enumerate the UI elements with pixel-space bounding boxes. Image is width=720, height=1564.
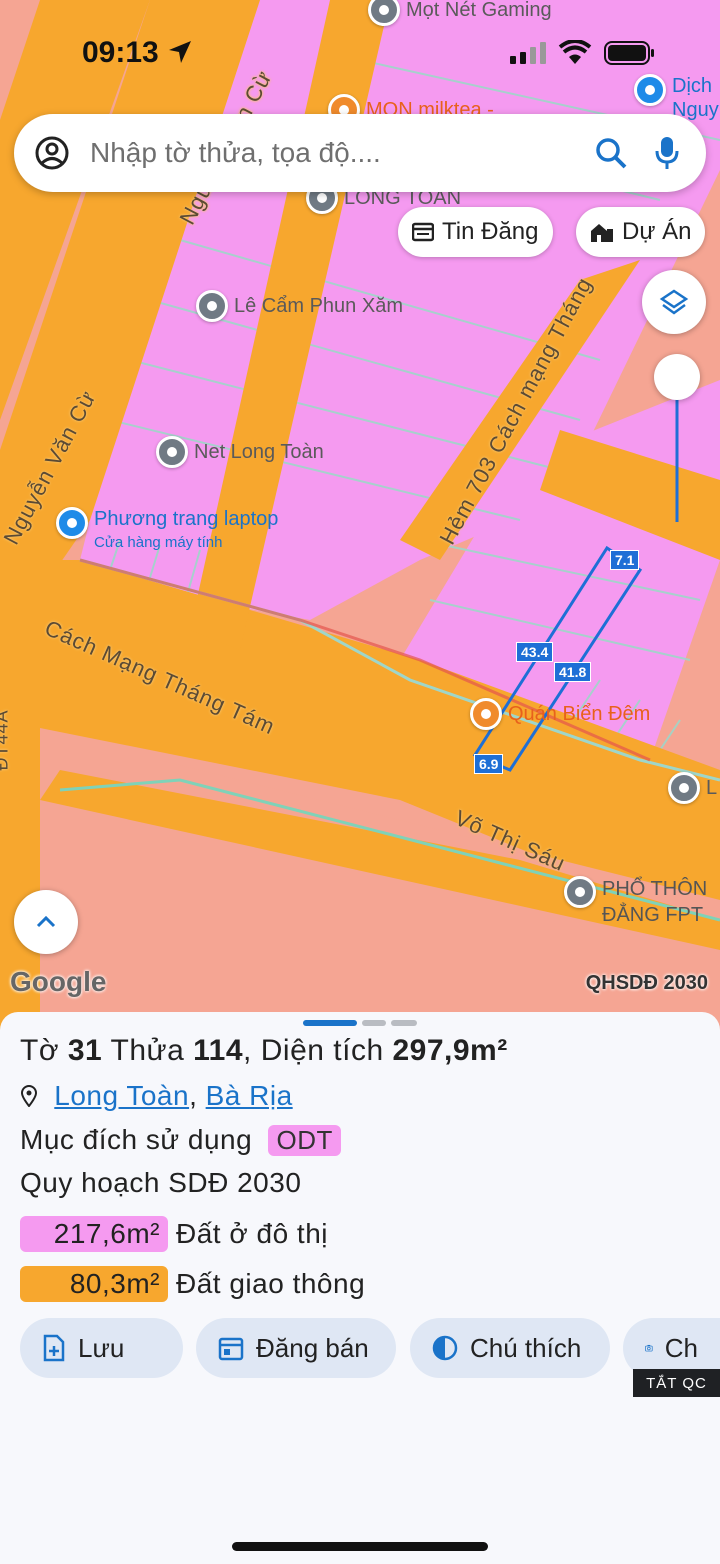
- button-label: Đăng bán: [256, 1332, 369, 1363]
- dimension-label: 41.8: [554, 662, 592, 682]
- search-input[interactable]: Nhập tờ thửa, tọa độ....: [90, 137, 594, 169]
- file-plus-icon: [43, 1334, 65, 1362]
- button-label: Ch: [664, 1332, 698, 1363]
- poi-label: L: [706, 776, 718, 799]
- poi-label: Lê Cẩm Phun Xăm: [234, 294, 403, 317]
- shopping-bag-pin-icon: [56, 507, 88, 539]
- chevron-up-icon: [36, 915, 56, 928]
- title-prefix: Tờ: [20, 1034, 59, 1067]
- plan-area-badge: 217,6m²: [20, 1216, 168, 1252]
- plan-label: Quy hoạch SDĐ 2030: [20, 1167, 302, 1198]
- contrast-icon: [432, 1335, 458, 1361]
- restaurant-pin-icon: [470, 698, 502, 730]
- area-value: 297,9m²: [392, 1034, 508, 1067]
- ward-link[interactable]: Long Toàn: [54, 1080, 189, 1111]
- page-indicator: [362, 1020, 386, 1026]
- wifi-icon: [558, 40, 592, 64]
- location-line: Long Toàn, Bà Rịa: [20, 1080, 293, 1112]
- microphone-icon[interactable]: [654, 135, 680, 171]
- location-pin-icon: [156, 436, 188, 468]
- cellular-signal-icon: [510, 42, 546, 64]
- poi-school-right[interactable]: L: [668, 772, 717, 804]
- poi-quan-bien-dem[interactable]: Quán Biển Đêm: [470, 698, 650, 730]
- location-pin-icon: [20, 1085, 38, 1108]
- status-bar: 09:13: [0, 0, 720, 100]
- hide-ads-badge[interactable]: TẮT QC: [633, 1369, 720, 1397]
- city-link[interactable]: Bà Rịa: [206, 1080, 293, 1111]
- plan-item-residential: 217,6m² Đất ở đô thị: [20, 1216, 328, 1252]
- building-icon: [591, 224, 613, 242]
- plan-item-label: Đất ở đô thị: [176, 1218, 328, 1249]
- clock-time: 09:13: [82, 36, 159, 69]
- school-pin-icon: [564, 876, 596, 908]
- page-indicator-active: [303, 1020, 357, 1026]
- save-button[interactable]: Lưu: [20, 1318, 183, 1378]
- poi-phuong-trang-laptop[interactable]: Phương trang laptop Cửa hàng máy tính: [56, 507, 278, 555]
- plan-item-traffic: 80,3m² Đất giao thông: [20, 1266, 365, 1302]
- poi-label: Net Long Toàn: [194, 440, 324, 463]
- clock: 09:13: [82, 36, 193, 70]
- button-label: Chú thích: [470, 1332, 582, 1363]
- purpose-code-badge: ODT: [268, 1125, 341, 1156]
- poi-net-long-toan[interactable]: Net Long Toàn: [156, 436, 324, 468]
- chip-label: Tin Đăng: [442, 218, 539, 245]
- poi-subtitle: Cửa hàng máy tính: [94, 534, 223, 551]
- location-pin-icon: [196, 290, 228, 322]
- home-indicator[interactable]: [232, 1542, 488, 1551]
- google-attribution: Google: [10, 966, 107, 997]
- chip-label: Dự Án: [622, 218, 692, 245]
- poi-label: Quán Biển Đêm: [508, 702, 651, 725]
- layer-name-label: QHSDĐ 2030: [585, 972, 708, 994]
- school-pin-icon: [668, 772, 700, 804]
- tin-dang-chip[interactable]: Tin Đăng: [398, 207, 553, 257]
- poi-label: PHỔ THÔN: [602, 878, 708, 900]
- poi-label: Phương trang laptop: [94, 508, 279, 530]
- poi-le-cam-phun-xam[interactable]: Lê Cẩm Phun Xăm: [196, 290, 403, 322]
- listing-icon: [412, 222, 434, 242]
- parcel-label: Thửa: [110, 1034, 185, 1067]
- legend-button[interactable]: Chú thích: [410, 1318, 610, 1378]
- distance-slider-handle[interactable]: [654, 354, 700, 400]
- dimension-label: 43.4: [516, 642, 554, 662]
- expand-sheet-button[interactable]: [14, 890, 78, 954]
- account-icon[interactable]: [34, 135, 70, 171]
- road-label: ĐT44A: [0, 709, 12, 771]
- dimension-label: 7.1: [610, 550, 640, 570]
- poi-pho-thong-fpt[interactable]: PHỔ THÔN ĐẲNG FPT: [564, 876, 707, 928]
- calendar-icon: [218, 1337, 244, 1361]
- purpose-label: Mục đích sử dụng: [20, 1124, 253, 1155]
- post-sale-button[interactable]: Đăng bán: [196, 1318, 396, 1378]
- page-indicator: [391, 1020, 417, 1026]
- battery-icon: [604, 41, 654, 65]
- purpose-line: Mục đích sử dụng ODT: [20, 1124, 341, 1156]
- layers-button[interactable]: [642, 270, 706, 334]
- dimension-label: 6.9: [474, 754, 504, 774]
- area-label: Diện tích: [260, 1034, 384, 1067]
- button-label: Lưu: [78, 1332, 125, 1363]
- location-arrow-icon: [169, 41, 192, 63]
- du-an-chip[interactable]: Dự Án: [576, 207, 706, 257]
- parcel-number: 114: [193, 1034, 244, 1067]
- sheet-number: 31: [67, 1034, 103, 1067]
- layers-icon: [659, 289, 689, 315]
- camera-icon: [645, 1344, 653, 1352]
- poi-label: ĐẲNG FPT: [602, 904, 704, 926]
- plan-area-badge: 80,3m²: [20, 1266, 168, 1302]
- search-icon[interactable]: [594, 136, 628, 170]
- plan-item-label: Đất giao thông: [176, 1268, 366, 1299]
- search-bar[interactable]: Nhập tờ thửa, tọa độ....: [14, 114, 706, 192]
- parcel-title: Tờ 31 Thửa 114, Diện tích 297,9m²: [20, 1034, 508, 1067]
